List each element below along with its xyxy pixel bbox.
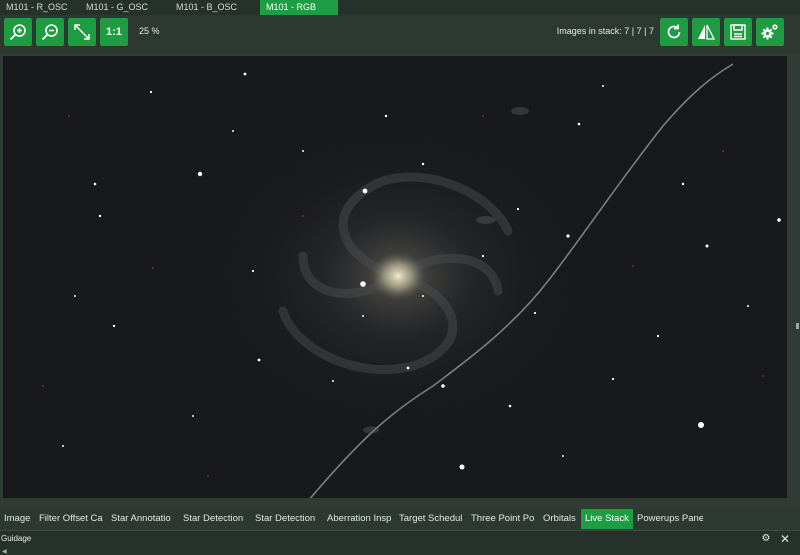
zoom-out-icon bbox=[41, 24, 58, 41]
close-icon[interactable]: ✕ bbox=[778, 532, 792, 546]
tab-powerups-panel[interactable]: Powerups Pane bbox=[633, 509, 703, 529]
tab-star-detection-2[interactable]: Star Detection bbox=[251, 509, 323, 529]
settings-button[interactable] bbox=[756, 18, 784, 46]
tab-target-scheduler[interactable]: Target Schedul bbox=[395, 509, 467, 529]
zoom-out-button[interactable] bbox=[36, 18, 64, 46]
save-button[interactable] bbox=[724, 18, 752, 46]
flip-icon bbox=[698, 24, 716, 40]
zoom-in-icon bbox=[9, 24, 26, 41]
one-to-one-button[interactable]: 1:1 bbox=[100, 18, 128, 46]
tab-m101-b-osc[interactable]: M101 - B_OSC bbox=[170, 0, 260, 15]
fit-to-window-button[interactable] bbox=[68, 18, 96, 46]
zoom-in-button[interactable] bbox=[4, 18, 32, 46]
tab-filter-offset[interactable]: Filter Offset Ca bbox=[35, 509, 107, 529]
astro-image-render bbox=[3, 56, 787, 498]
stack-tab-bar: M101 - R_OSC M101 - G_OSC M101 - B_OSC M… bbox=[0, 0, 800, 15]
flip-button[interactable] bbox=[692, 18, 720, 46]
zoom-level-readout: 25 % bbox=[139, 26, 160, 36]
guidage-title: Guidage bbox=[1, 534, 32, 543]
tab-image[interactable]: Image bbox=[0, 509, 35, 529]
image-viewer[interactable] bbox=[0, 53, 800, 498]
refresh-icon bbox=[667, 24, 681, 39]
panel-tab-bar: Image Filter Offset Ca Star Annotatio St… bbox=[0, 509, 800, 529]
fit-arrows-icon bbox=[74, 24, 90, 40]
guidage-panel: Guidage ⚙ ✕ ◀ bbox=[0, 530, 800, 555]
tab-m101-rgb[interactable]: M101 - RGB bbox=[260, 0, 338, 15]
tab-star-detection-1[interactable]: Star Detection bbox=[179, 509, 251, 529]
tab-three-point-polar[interactable]: Three Point Po bbox=[467, 509, 539, 529]
tab-live-stack[interactable]: Live Stack bbox=[581, 509, 633, 529]
save-icon bbox=[730, 24, 746, 40]
collapse-arrow-icon[interactable]: ◀ bbox=[2, 548, 7, 555]
tab-star-annotation[interactable]: Star Annotatio bbox=[107, 509, 179, 529]
images-in-stack-text: Images in stack: 7 | 7 | 7 bbox=[556, 26, 654, 36]
tab-orbitals[interactable]: Orbitals bbox=[539, 509, 581, 529]
settings-gears-icon bbox=[761, 24, 778, 40]
panel-resize-grip[interactable] bbox=[796, 323, 800, 329]
m101-galaxy-image[interactable] bbox=[3, 56, 787, 498]
tab-m101-g-osc[interactable]: M101 - G_OSC bbox=[80, 0, 170, 15]
image-toolbar: 1:1 25 % Images in stack: 7 | 7 | 7 bbox=[0, 15, 800, 53]
tab-aberration-inspector[interactable]: Aberration Insp bbox=[323, 509, 395, 529]
refresh-button[interactable] bbox=[660, 18, 688, 46]
tab-m101-r-osc[interactable]: M101 - R_OSC bbox=[0, 0, 80, 15]
settings-icon[interactable]: ⚙ bbox=[760, 533, 772, 545]
